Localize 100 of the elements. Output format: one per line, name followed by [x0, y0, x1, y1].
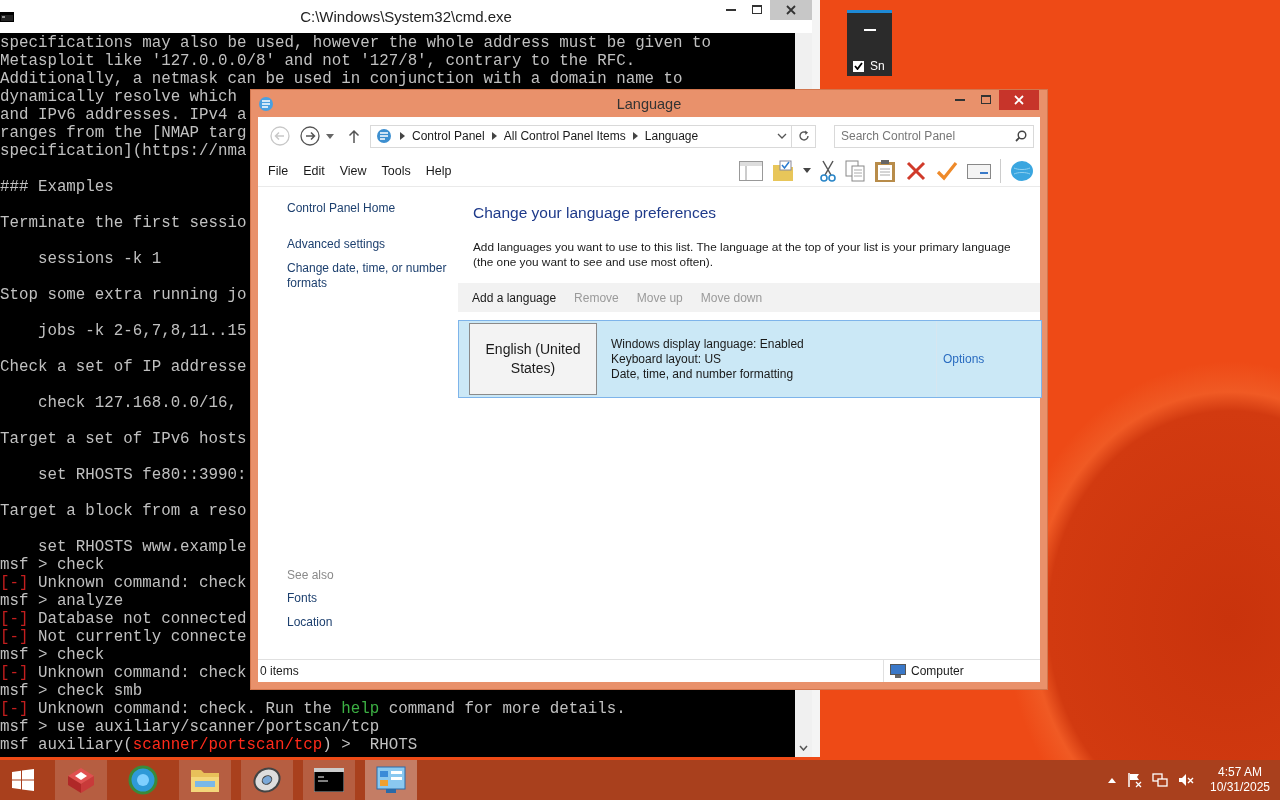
- sidebar-link[interactable]: Advanced settings: [287, 237, 458, 252]
- console-line: specification](https://nma: [0, 142, 247, 160]
- console-line: msf > check: [0, 646, 105, 664]
- detail-text: Date, time, and number formatting: [611, 366, 795, 382]
- clock-time: 4:57 AM: [1218, 765, 1262, 780]
- refresh-icon: [797, 130, 810, 142]
- layout-icon[interactable]: [739, 160, 763, 181]
- terminal-icon: [314, 768, 344, 792]
- chevron-icon: [632, 132, 638, 140]
- speaker-muted-icon[interactable]: [1178, 772, 1194, 788]
- caret-icon[interactable]: [803, 168, 811, 173]
- breadcrumb[interactable]: Language: [644, 129, 699, 143]
- chevron-icon: [400, 132, 405, 140]
- menu-item[interactable]: Edit: [303, 163, 325, 178]
- folder-check-icon[interactable]: [772, 159, 794, 182]
- console-line: Check a set of IP addresse: [0, 358, 247, 376]
- section-heading: See also: [287, 568, 335, 582]
- console-line: [-] Database not connected: [0, 610, 247, 628]
- status-text: Computer: [911, 664, 964, 678]
- taskbar-button[interactable]: [241, 760, 293, 800]
- console-line: set RHOSTS www.example: [36, 538, 247, 556]
- clock[interactable]: 4:57 AM 10/31/2025: [1210, 765, 1270, 795]
- breadcrumb[interactable]: Control Panel: [412, 129, 485, 143]
- globe-icon[interactable]: [1010, 159, 1034, 182]
- console-line: dynamically resolve which: [0, 88, 237, 106]
- menu-item[interactable]: Help: [425, 163, 452, 178]
- window-title: Language: [616, 95, 682, 112]
- minimize-icon[interactable]: [863, 29, 876, 32]
- sidebar-link[interactable]: Control Panel Home: [287, 201, 458, 216]
- minimize-icon: [726, 9, 736, 11]
- description-text: Add languages you want to use to this list. The language at the top of your list is your primary language (the one you want to see and use most often).: [472, 239, 1012, 270]
- clipboard-icon[interactable]: [874, 158, 896, 183]
- console-line: [-] Unknown command: check: [0, 574, 247, 592]
- console-line: Metasploit like '127.0.0.0/8' and not '127/8', contrary to the RFC.: [0, 52, 636, 70]
- sidebar-link[interactable]: Fonts: [287, 591, 458, 606]
- detail-text: Windows display language: Enabled: [611, 336, 805, 352]
- console-line: ranges from the [NMAP targ: [0, 124, 247, 142]
- refresh-button[interactable]: [792, 124, 816, 148]
- console-line: Stop some extra running jo: [0, 286, 247, 304]
- scroll-down-icon[interactable]: [799, 745, 808, 751]
- breadcrumb[interactable]: All Control Panel Items: [503, 129, 626, 143]
- control-panel-icon: [376, 766, 406, 794]
- close-icon: [1014, 95, 1024, 105]
- windows-logo-icon: [11, 769, 34, 791]
- console-line: msf > check smb: [0, 682, 143, 700]
- checkbox[interactable]: [853, 60, 864, 72]
- minimize-icon: [955, 99, 965, 101]
- console-line: Terminate the first sessio: [0, 214, 247, 232]
- clock-date: 10/31/2025: [1209, 780, 1271, 795]
- options-link[interactable]: Options: [943, 352, 985, 366]
- console-line: ### Examples: [0, 178, 114, 196]
- maximize-icon: [981, 95, 991, 105]
- console-line: msf > use auxiliary/scanner/portscan/tcp: [0, 718, 380, 736]
- language-row[interactable]: English (United States) Windows display language: Enabled Keyboard layout: US Date, time, and number formatting Options: [458, 320, 1042, 398]
- page-heading: Change your language preferences: [472, 204, 717, 222]
- menu-item[interactable]: File: [268, 163, 289, 178]
- check-icon: [854, 62, 863, 70]
- computer-icon: [890, 664, 906, 678]
- menu-item[interactable]: View: [339, 163, 367, 178]
- console-line: and IPv6 addresses. IPv4 a: [0, 106, 247, 124]
- console-line: [-] Not currently connecte: [0, 628, 247, 646]
- status-text: 0 items: [259, 664, 300, 678]
- sidebar-link[interactable]: Location: [287, 615, 458, 630]
- control-panel-icon: [375, 128, 393, 144]
- chevron-icon: [491, 132, 497, 140]
- caret-icon[interactable]: [326, 133, 334, 139]
- globe-icon: [128, 765, 158, 795]
- sidebar-link[interactable]: Change date, time, or number formats: [287, 261, 458, 291]
- up-arrow-icon[interactable]: [348, 129, 360, 143]
- console-line: [-] Unknown command: check. Run the help command for more details.: [0, 700, 626, 718]
- menu-item[interactable]: Tools: [381, 163, 411, 178]
- console-line: [-] Unknown command: check: [0, 664, 247, 682]
- console-line: specifications may also be used, however the whole address must be given to: [0, 34, 711, 52]
- control-panel-icon: [258, 95, 274, 112]
- console-line: set RHOSTS fe80::3990:: [36, 466, 247, 484]
- network-icon[interactable]: [1152, 772, 1168, 788]
- console-line: Additionally, a netmask can be used in conjunction with a domain name to: [0, 70, 683, 88]
- checkbox-label: Sn: [870, 59, 885, 73]
- close-icon: [786, 5, 796, 15]
- close-button[interactable]: [999, 90, 1039, 110]
- command-link[interactable]: Add a language: [472, 290, 557, 305]
- taskbar-button[interactable]: [303, 760, 355, 800]
- x-mark-icon[interactable]: [905, 159, 927, 182]
- console-line: check 127.168.0.0/16,: [36, 394, 237, 412]
- check-mark-icon[interactable]: [936, 159, 958, 182]
- card-icon[interactable]: [967, 161, 991, 180]
- folder-icon: [190, 767, 220, 793]
- detail-text: Keyboard layout: US: [611, 351, 723, 367]
- up-caret-icon[interactable]: [1108, 777, 1116, 783]
- language-button[interactable]: English (United States): [469, 323, 597, 395]
- cube-icon: [66, 766, 96, 794]
- forward-button[interactable]: [300, 126, 320, 146]
- flag-icon[interactable]: [1126, 772, 1142, 788]
- dropdown-caret-icon[interactable]: [777, 133, 787, 139]
- disc-icon: [252, 766, 282, 794]
- scissors-icon[interactable]: [820, 159, 836, 182]
- console-line: msf > analyze: [0, 592, 124, 610]
- close-button[interactable]: [770, 0, 812, 20]
- console-line: jobs -k 2-6,7,8,11..15: [36, 322, 247, 340]
- search-field[interactable]: Search Control Panel: [834, 124, 1034, 148]
